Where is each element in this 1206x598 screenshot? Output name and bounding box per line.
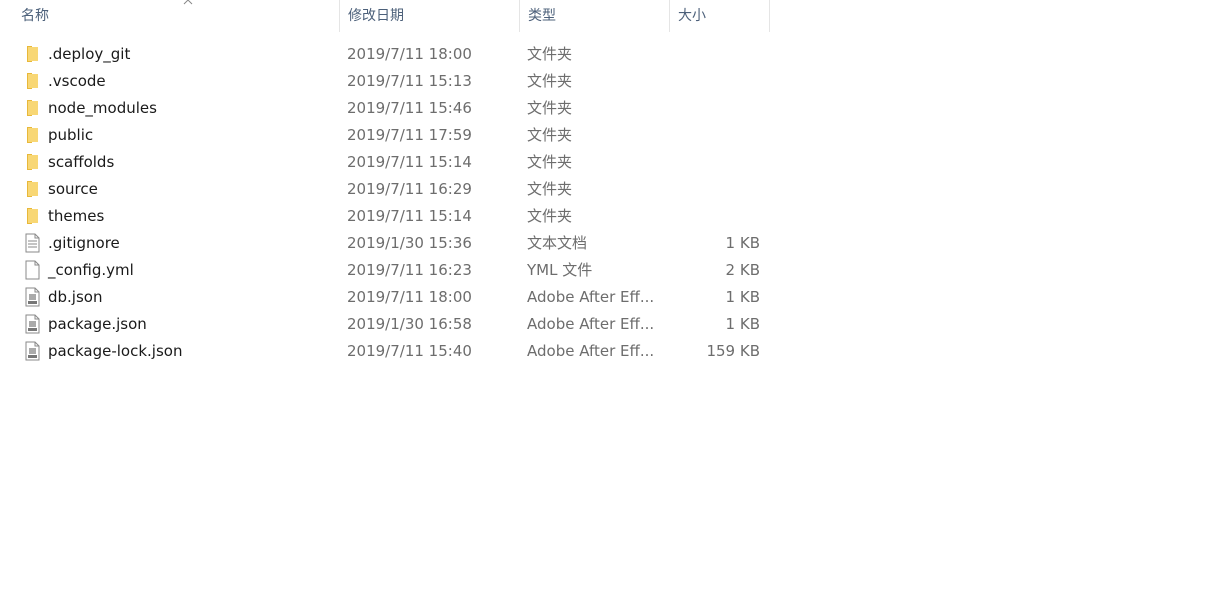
file-list: .deploy_git 2019/7/11 18:00 文件夹 .vscode 2019… (0, 41, 780, 365)
file-row[interactable]: package-lock.json 2019/7/11 15:40 Adobe Af… (0, 338, 770, 365)
blank-file-icon (23, 260, 41, 280)
file-size: 1 KB (725, 288, 760, 306)
file-size: 1 KB (725, 315, 760, 333)
file-name: package.json (48, 315, 147, 333)
file-date: 2019/7/11 15:14 (347, 207, 472, 225)
file-date: 2019/7/11 15:14 (347, 153, 472, 171)
file-row[interactable]: package.json 2019/1/30 16:58 Adobe After E… (0, 311, 770, 338)
json-file-icon (23, 341, 41, 361)
file-name: node_modules (48, 99, 157, 117)
file-type: Adobe After Eff... (527, 342, 655, 360)
folder-icon (23, 152, 41, 172)
file-type: 文件夹 (527, 207, 573, 225)
file-type: 文本文档 (527, 234, 588, 252)
folder-icon (23, 125, 41, 145)
file-date: 2019/7/11 18:00 (347, 45, 472, 63)
file-date: 2019/7/11 18:00 (347, 288, 472, 306)
file-row[interactable]: db.json 2019/7/11 18:00 Adobe After Eff...… (0, 284, 770, 311)
file-row[interactable]: .vscode 2019/7/11 15:13 文件夹 (0, 68, 770, 95)
json-file-icon (23, 287, 41, 307)
column-header-name-label: 名称 (21, 8, 49, 24)
file-name: .deploy_git (48, 45, 131, 63)
file-name: _config.yml (48, 261, 134, 279)
file-type: YML 文件 (527, 261, 593, 279)
chevron-up-icon (183, 0, 193, 5)
file-row[interactable]: .deploy_git 2019/7/11 18:00 文件夹 (0, 41, 770, 68)
file-name: scaffolds (48, 153, 115, 171)
file-date: 2019/7/11 15:40 (347, 342, 472, 360)
folder-icon (23, 206, 41, 226)
file-date: 2019/1/30 16:58 (347, 315, 472, 333)
file-row[interactable]: scaffolds 2019/7/11 15:14 文件夹 (0, 149, 770, 176)
file-date: 2019/7/11 15:46 (347, 99, 472, 117)
file-row[interactable]: themes 2019/7/11 15:14 文件夹 (0, 203, 770, 230)
file-name: themes (48, 207, 105, 225)
file-name: .vscode (48, 72, 106, 90)
file-type: 文件夹 (527, 126, 573, 144)
folder-icon (23, 179, 41, 199)
column-header-type-label: 类型 (528, 8, 556, 24)
file-name: db.json (48, 288, 103, 306)
file-date: 2019/7/11 15:13 (347, 72, 472, 90)
file-date: 2019/1/30 15:36 (347, 234, 472, 252)
folder-icon (23, 44, 41, 64)
text-file-icon (23, 233, 41, 253)
folder-icon (23, 98, 41, 118)
column-header-size-label: 大小 (678, 8, 706, 24)
file-size: 159 KB (706, 342, 760, 360)
file-type: 文件夹 (527, 72, 573, 90)
column-header-date-label: 修改日期 (348, 8, 404, 24)
column-header-type[interactable]: 类型 (520, 0, 670, 32)
column-header-bar: 名称 修改日期 类型 大小 (0, 0, 770, 32)
file-date: 2019/7/11 17:59 (347, 126, 472, 144)
column-header-size[interactable]: 大小 (670, 0, 770, 32)
file-row[interactable]: node_modules 2019/7/11 15:46 文件夹 (0, 95, 770, 122)
file-date: 2019/7/11 16:23 (347, 261, 472, 279)
file-size: 1 KB (725, 234, 760, 252)
file-name: package-lock.json (48, 342, 183, 360)
file-date: 2019/7/11 16:29 (347, 180, 472, 198)
file-row[interactable]: source 2019/7/11 16:29 文件夹 (0, 176, 770, 203)
column-header-date[interactable]: 修改日期 (340, 0, 520, 32)
file-type: Adobe After Eff... (527, 315, 655, 333)
file-type: Adobe After Eff... (527, 288, 655, 306)
file-type: 文件夹 (527, 153, 573, 171)
json-file-icon (23, 314, 41, 334)
file-size: 2 KB (725, 261, 760, 279)
file-row[interactable]: .gitignore 2019/1/30 15:36 文本文档 1 KB (0, 230, 770, 257)
file-row[interactable]: public 2019/7/11 17:59 文件夹 (0, 122, 770, 149)
file-type: 文件夹 (527, 99, 573, 117)
file-name: source (48, 180, 98, 198)
file-explorer-window: 名称 修改日期 类型 大小 .deploy_git 2019/7/11 18:00… (0, 0, 1206, 598)
column-header-name[interactable]: 名称 (13, 0, 340, 32)
folder-icon (23, 71, 41, 91)
file-row[interactable]: _config.yml 2019/7/11 16:23 YML 文件 2 KB (0, 257, 770, 284)
file-type: 文件夹 (527, 180, 573, 198)
file-name: public (48, 126, 94, 144)
file-type: 文件夹 (527, 45, 573, 63)
file-name: .gitignore (48, 234, 120, 252)
